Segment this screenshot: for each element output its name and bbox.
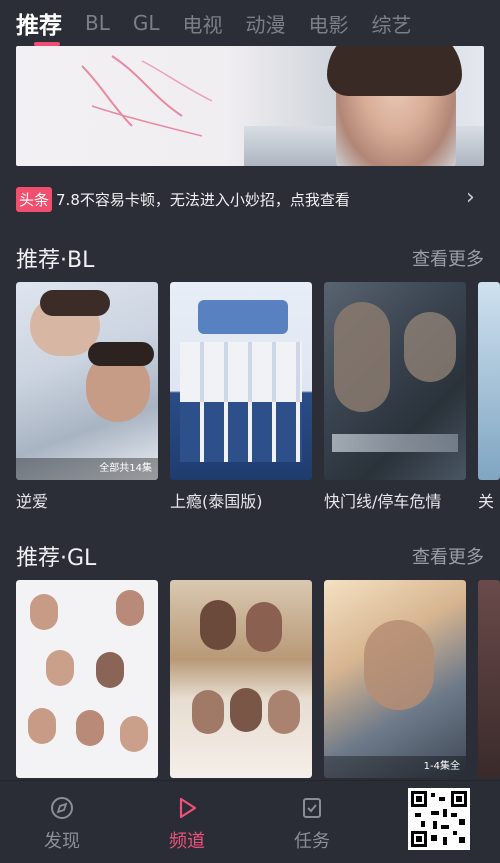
tab-variety[interactable]: 综艺 (372, 9, 412, 38)
poster-image (170, 282, 312, 480)
headline-text: 7.8不容易卡顿，无法进入小妙招，点我查看 (56, 190, 350, 209)
card-title: 关 (478, 492, 495, 511)
card-title: 逆爱 (16, 492, 49, 511)
see-more-bl[interactable]: 查看更多 (412, 245, 484, 271)
poster-image (324, 282, 466, 480)
banner-hair (327, 46, 462, 96)
headline-tag: 头条 (16, 186, 53, 212)
poster-image (170, 580, 312, 778)
tab-bl[interactable]: BL (85, 11, 110, 35)
headline-bar[interactable]: 头条 7.8不容易卡顿，无法进入小妙招，点我查看 › (16, 186, 484, 212)
poster-card[interactable]: 1-4集全 (324, 580, 466, 778)
nav-discover[interactable]: 发现 (32, 795, 92, 853)
poster-card[interactable] (324, 282, 466, 480)
poster-image (478, 580, 500, 778)
qr-code-icon (411, 791, 467, 847)
poster-card[interactable] (170, 282, 312, 480)
tab-recommend[interactable]: 推荐 (16, 6, 62, 46)
poster-image: 全部共14集 (16, 282, 158, 480)
chevron-right-icon[interactable]: › (466, 187, 476, 209)
tab-tv[interactable]: 电视 (183, 9, 223, 38)
section-title-gl: 推荐·GL (16, 546, 97, 571)
section-title-bl: 推荐·BL (16, 248, 95, 273)
nav-channel[interactable]: 频道 (157, 795, 217, 853)
hero-banner[interactable] (16, 46, 484, 166)
nav-label-task: 任务 (294, 831, 330, 852)
poster-image (16, 580, 158, 778)
nav-label-channel: 频道 (169, 831, 205, 852)
task-icon (303, 798, 321, 818)
banner-script-logo (81, 55, 213, 137)
poster-card[interactable] (478, 580, 500, 778)
poster-image: 1-4集全 (324, 580, 466, 778)
card-title: 快门线/停车危情 (324, 492, 442, 511)
top-tab-bar: 推荐 BL GL 电视 动漫 电影 综艺 (0, 0, 500, 46)
nav-label-discover: 发现 (44, 831, 80, 852)
poster-caption: 全部共14集 (16, 458, 158, 480)
see-more-gl[interactable]: 查看更多 (412, 543, 484, 569)
poster-card[interactable] (478, 282, 500, 480)
tab-gl[interactable]: GL (133, 11, 160, 35)
qr-code (408, 788, 470, 850)
tab-anime[interactable]: 动漫 (246, 9, 286, 38)
compass-icon (51, 797, 73, 819)
poster-card[interactable] (16, 580, 158, 778)
nav-task[interactable]: 任务 (282, 795, 342, 853)
poster-card[interactable] (170, 580, 312, 778)
poster-card[interactable]: 全部共14集 (16, 282, 158, 480)
tab-movie[interactable]: 电影 (309, 9, 349, 38)
poster-caption: 1-4集全 (324, 756, 466, 778)
card-title: 上瘾(泰国版) (170, 492, 263, 511)
poster-image (478, 282, 500, 480)
play-icon (179, 797, 197, 819)
